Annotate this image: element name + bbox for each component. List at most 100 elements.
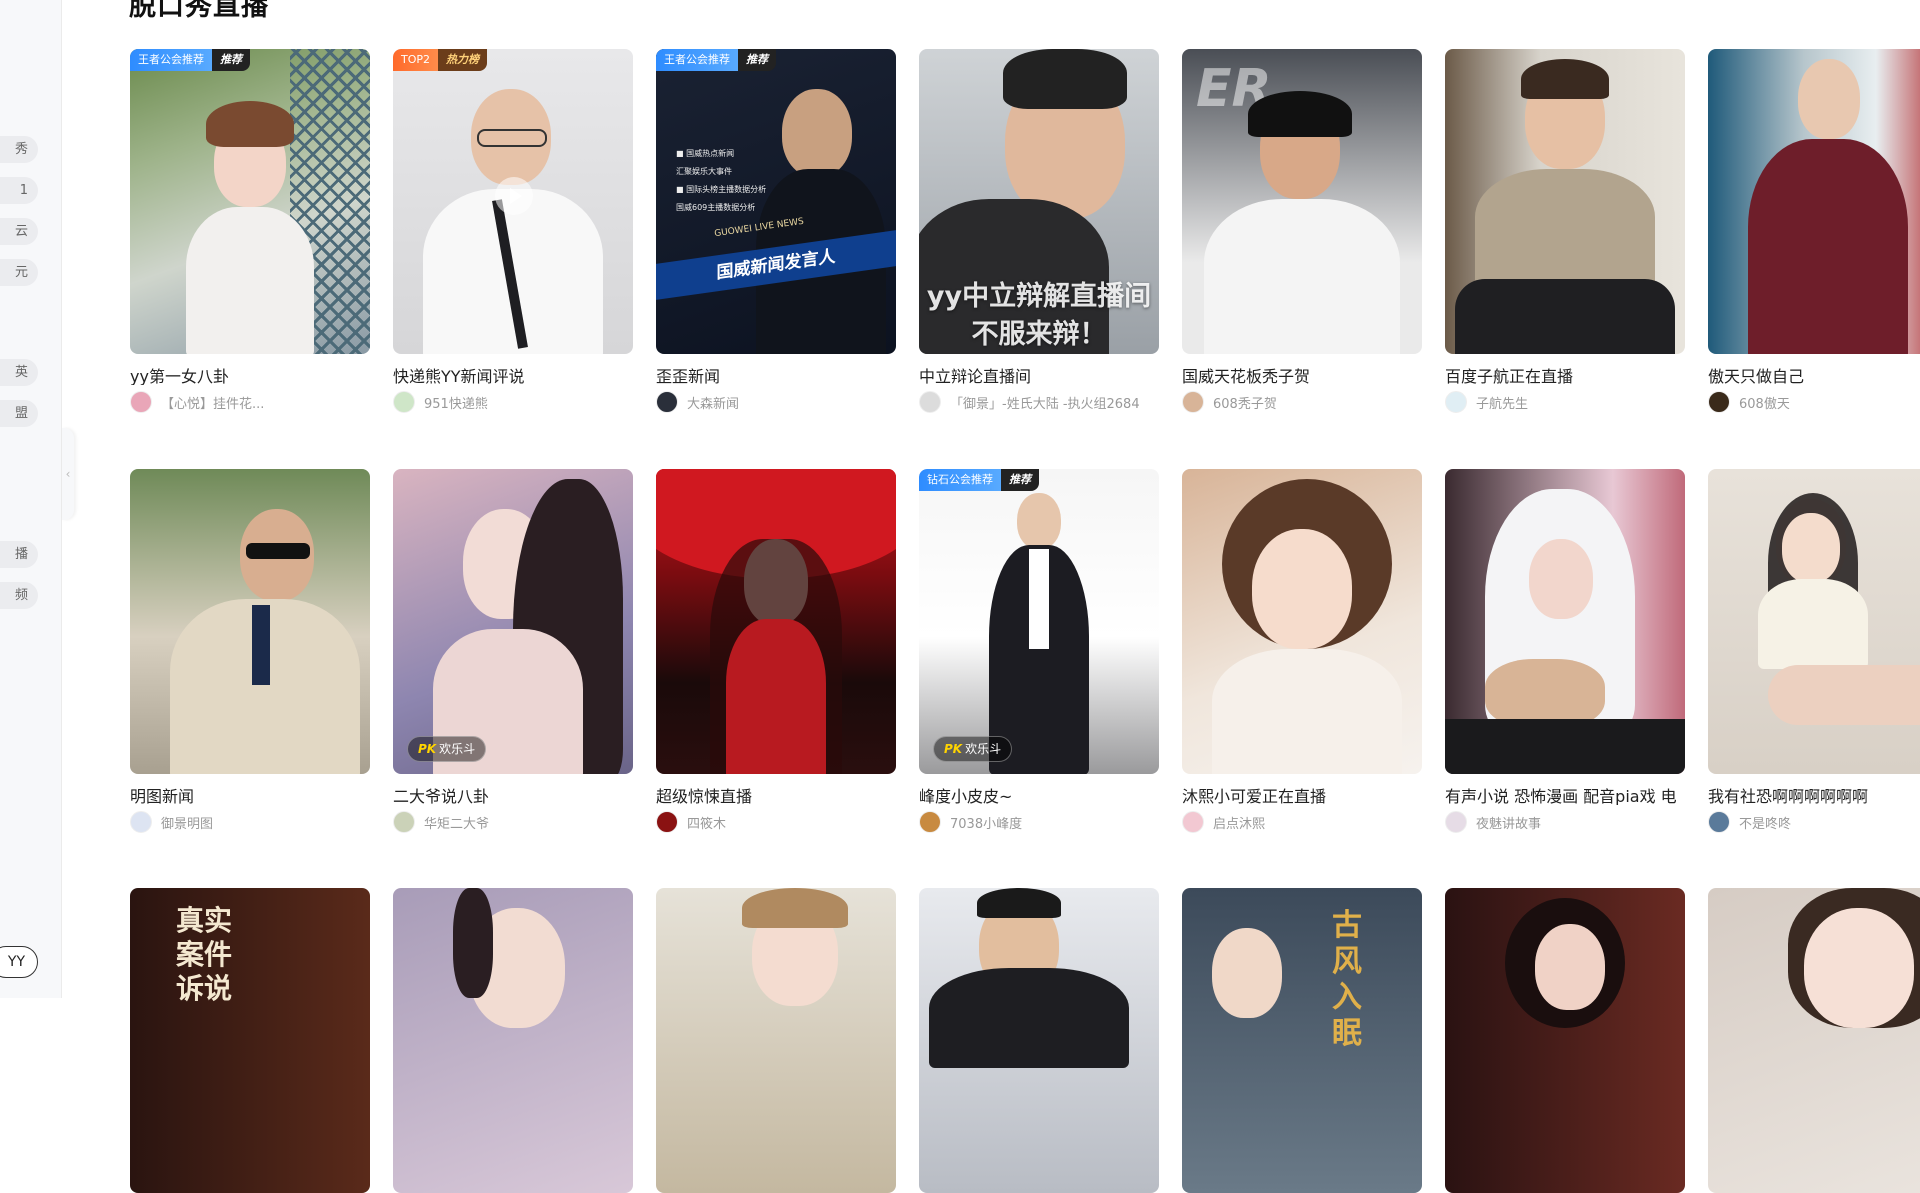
left-sidebar: 秀 1 云 元 英 盟 播 频 YY [0,0,62,998]
live-room-card[interactable] [656,888,896,1193]
room-title[interactable]: 有声小说 恐怖漫画 配音pia戏 电 [1445,783,1685,805]
live-room-card[interactable] [919,888,1159,1193]
overlay-text: yy中立辩解直播间 [926,281,1152,312]
room-thumbnail[interactable] [1445,49,1685,354]
live-room-card[interactable]: ER 国威天花板秃子贺 608秃子贺 [1182,49,1422,413]
guild-badge: 王者公会推荐 推荐 [656,49,776,71]
room-title[interactable]: 沐熙小可爱正在直播 [1182,783,1422,805]
room-title[interactable]: 我有社恐啊啊啊啊啊啊 [1708,783,1920,805]
room-title[interactable]: 歪歪新闻 [656,363,896,385]
room-thumbnail[interactable]: TOP2 热力榜 [393,49,633,354]
live-room-card[interactable]: 傲天只做自己 608傲天 [1708,49,1920,413]
room-thumbnail[interactable] [656,888,896,1193]
sidebar-item[interactable]: 秀 [0,136,38,163]
room-thumbnail[interactable]: ■ 国威热点新闻 汇聚娱乐大事件 ■ 国际头榜主播数据分析 国威609主播数据分… [656,49,896,354]
room-thumbnail[interactable]: PK 欢乐斗 [393,469,633,774]
streamer-name[interactable]: 子航先生 [1476,393,1528,412]
streamer-name[interactable]: 华矩二大爷 [424,813,489,832]
live-room-card[interactable]: 明图新闻 御景明图 [130,469,370,833]
avatar [1445,811,1467,833]
avatar [393,811,415,833]
sidebar-item[interactable]: 英 [0,359,38,386]
streamer-name[interactable]: 951快递熊 [424,393,488,412]
play-icon [495,177,533,215]
live-room-card[interactable]: 真实案件 诉说 [130,888,370,1193]
sidebar-item[interactable]: 1 [0,177,38,204]
avatar [1445,391,1467,413]
room-title[interactable]: 百度子航正在直播 [1445,363,1685,385]
live-room-card[interactable]: 百度子航正在直播 子航先生 [1445,49,1685,413]
room-thumbnail[interactable] [393,888,633,1193]
live-room-card[interactable]: 王者公会推荐 推荐 yy第一女八卦 【心悦】挂件花... [130,49,370,413]
room-thumbnail[interactable] [1445,469,1685,774]
avatar [393,391,415,413]
streamer-name[interactable]: 启点沐熙 [1213,813,1265,832]
streamer-name[interactable]: 大森新闻 [687,393,739,412]
yy-button[interactable]: YY [0,946,38,978]
sidebar-item[interactable]: 频 [0,582,38,609]
guild-badge: 王者公会推荐 推荐 [130,49,250,71]
streamer-name[interactable]: 不是咚咚 [1739,813,1791,832]
room-thumbnail[interactable]: 王者公会推荐 推荐 [130,49,370,354]
room-title[interactable]: 二大爷说八卦 [393,783,633,805]
room-thumbnail[interactable]: PK 欢乐斗 钻石公会推荐 推荐 [919,469,1159,774]
room-title[interactable]: 明图新闻 [130,783,370,805]
streamer-name[interactable]: 【心悦】挂件花... [161,393,264,412]
live-room-card[interactable]: TOP2 热力榜 快递熊YY新闻评说 951快递熊 [393,49,633,413]
avatar [919,391,941,413]
streamer-name[interactable]: 608秃子贺 [1213,393,1277,412]
avatar [130,391,152,413]
room-thumbnail[interactable] [656,469,896,774]
live-room-card[interactable]: 我有社恐啊啊啊啊啊啊 不是咚咚 [1708,469,1920,833]
live-room-card[interactable]: 古风 入眠 [1182,888,1422,1193]
live-room-card[interactable]: yy中立辩解直播间 不服来辩！ 中立辩论直播间 「御景」-姓氏大陆 -执火组26… [919,49,1159,413]
live-room-card[interactable]: ■ 国威热点新闻 汇聚娱乐大事件 ■ 国际头榜主播数据分析 国威609主播数据分… [656,49,896,413]
sidebar-item[interactable]: 播 [0,541,38,568]
streamer-name[interactable]: 御景明图 [161,813,213,832]
live-room-card[interactable] [1708,888,1920,1193]
room-title[interactable]: 国威天花板秃子贺 [1182,363,1422,385]
streamer-name[interactable]: 「御景」-姓氏大陆 -执火组2684 [950,393,1140,412]
overlay-text: 古风 入眠 [1332,908,1362,1051]
room-thumbnail[interactable]: 真实案件 诉说 [130,888,370,1193]
room-thumbnail[interactable] [1708,469,1920,774]
live-room-card[interactable] [1445,888,1685,1193]
sidebar-item[interactable]: 云 [0,218,38,245]
live-room-card[interactable]: 超级惊悚直播 四筱木 [656,469,896,833]
chevron-left-icon[interactable]: ‹ [62,428,74,520]
avatar [1182,391,1204,413]
streamer-name[interactable]: 夜魅讲故事 [1476,813,1541,832]
room-thumbnail[interactable] [130,469,370,774]
live-room-card[interactable] [393,888,633,1193]
avatar [130,811,152,833]
room-title[interactable]: 超级惊悚直播 [656,783,896,805]
live-room-card[interactable]: PK 欢乐斗 钻石公会推荐 推荐 峰度小皮皮~ 7038小峰度 [919,469,1159,833]
room-thumbnail[interactable] [1708,888,1920,1193]
avatar [1182,811,1204,833]
room-title[interactable]: 峰度小皮皮~ [919,783,1159,805]
room-title[interactable]: 快递熊YY新闻评说 [393,363,633,385]
live-room-card[interactable]: PK 欢乐斗 二大爷说八卦 华矩二大爷 [393,469,633,833]
room-thumbnail[interactable] [1182,469,1422,774]
streamer-name[interactable]: 608傲天 [1739,393,1790,412]
room-thumbnail[interactable]: ER [1182,49,1422,354]
sidebar-item[interactable]: 元 [0,259,38,286]
live-room-card[interactable]: 沐熙小可爱正在直播 启点沐熙 [1182,469,1422,833]
streamer-name[interactable]: 四筱木 [687,813,726,832]
room-title[interactable]: 傲天只做自己 [1708,363,1920,385]
overlay-text: 真实案件 诉说 [176,904,233,1005]
streamer-name[interactable]: 7038小峰度 [950,813,1022,832]
avatar [656,811,678,833]
sidebar-item[interactable]: 盟 [0,400,38,427]
room-thumbnail[interactable] [1708,49,1920,354]
room-title[interactable]: yy第一女八卦 [130,363,370,385]
room-thumbnail[interactable]: yy中立辩解直播间 不服来辩！ [919,49,1159,354]
rank-badge: TOP2 热力榜 [393,49,488,71]
live-room-card[interactable]: 有声小说 恐怖漫画 配音pia戏 电 夜魅讲故事 [1445,469,1685,833]
pk-tag: PK 欢乐斗 [407,736,487,762]
room-thumbnail[interactable] [1445,888,1685,1193]
room-thumbnail[interactable] [919,888,1159,1193]
room-thumbnail[interactable]: 古风 入眠 [1182,888,1422,1193]
guild-badge: 钻石公会推荐 推荐 [919,469,1039,491]
room-title[interactable]: 中立辩论直播间 [919,363,1159,385]
